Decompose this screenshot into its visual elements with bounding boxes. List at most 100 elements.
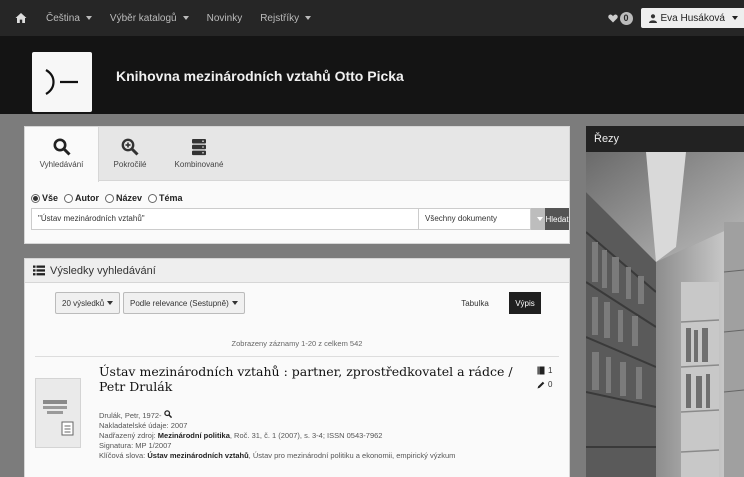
chevron-down-icon [536,217,543,221]
chevron-down-icon [85,16,92,20]
list-icon [33,265,45,276]
book-icon [537,366,545,375]
logo-icon [45,69,78,95]
record-publisher-value: 2007 [170,421,188,430]
heart-icon [607,13,618,22]
chevron-down-icon [107,301,114,305]
tab-advanced-search-label: Pokročilé [113,160,147,169]
record-source-rest: , Roč. 31, č. 1 (2007), s. 3-4; ISSN 054… [229,431,383,440]
record-holdings-count: 1 [548,366,553,375]
search-panel: Vyhledávání Pokročilé Kombinované Vše Au… [24,126,570,244]
nav-news[interactable]: Novinky [207,13,243,24]
user-menu-button[interactable]: Eva Husáková [640,8,744,28]
rezy-panel: Řezy [586,126,744,477]
record-source-label: Nadřazený zdroj: [99,431,156,440]
search-icon [53,137,71,157]
nav-indexes[interactable]: Rejstříky [260,12,312,24]
nav-indexes-label: Rejstříky [260,12,300,24]
library-logo[interactable] [32,52,92,112]
record-comments-count: 0 [548,380,553,389]
results-per-page-label: 20 výsledků [62,298,105,308]
library-shelves-photo [586,152,744,477]
user-icon [648,13,657,23]
nav-news-label: Novinky [206,12,243,24]
radio-all-dot [31,193,40,203]
record-side-meta: 1 0 [537,366,552,389]
site-header: Knihovna mezinárodních vztahů Otto Picka [0,36,744,114]
record-author[interactable]: Drulák, Petr, 1972- [99,411,162,420]
record-holdings[interactable]: 1 [537,366,552,375]
tab-basic-search[interactable]: Vyhledávání [25,127,99,182]
radio-topic-label: Téma [159,193,183,203]
record-keywords-label: Klíčová slova: [99,451,146,460]
record-title[interactable]: Ústav mezinárodních vztahů : partner, zp… [99,364,519,394]
favorites-count-badge: 0 [619,11,633,25]
chevron-down-icon [182,16,189,20]
radio-all[interactable]: Vše [31,193,58,203]
view-table-button[interactable]: Tabulka [455,292,495,314]
search-type-radios: Vše Autor Název Téma [31,193,183,203]
chevron-down-icon [231,301,238,305]
favorites-button[interactable]: 0 [607,11,633,25]
record-comments[interactable]: 0 [537,380,552,389]
record-source-line: Nadřazený zdroj: Mezinárodní politika, R… [99,431,455,441]
site-title[interactable]: Knihovna mezinárodních vztahů Otto Picka [116,68,404,84]
result-record: Ústav mezinárodních vztahů : partner, zp… [25,358,569,477]
sort-label: Podle relevance (Sestupně) [130,298,229,308]
results-header: Výsledky vyhledávání [25,259,569,283]
topnav-right: 0 Eva Husáková [607,0,744,36]
top-navbar: Čeština Výběr katalogů Novinky Rejstříky… [0,0,744,36]
radio-title-label: Název [116,193,143,203]
search-icon[interactable] [163,410,172,419]
record-signature-line: Signatura: MP 1/2007 [99,441,455,451]
pencil-icon [537,381,545,388]
record-keywords-rest: , Ústav pro mezinárodní politiku a ekono… [248,451,456,460]
radio-author-label: Autor [75,193,100,203]
search-tabs: Vyhledávání Pokročilé Kombinované [25,127,569,182]
results-per-page-dropdown[interactable]: 20 výsledků [55,292,121,314]
radio-author-dot [64,193,74,203]
radio-title-dot [105,193,115,203]
server-icon [191,137,207,157]
results-count: Zobrazeny záznamy 1-20 z celkem 542 [231,339,363,348]
document-type-toggle[interactable] [531,208,545,230]
nav-language[interactable]: Čeština [46,13,92,24]
tab-advanced-search[interactable]: Pokročilé [103,127,157,181]
view-list-button[interactable]: Výpis [509,292,541,314]
rezy-heading: Řezy [586,126,744,152]
tab-combined-search-label: Kombinované [174,160,224,169]
tab-combined-search[interactable]: Kombinované [163,127,235,181]
radio-topic-dot [148,193,158,203]
chevron-down-icon [305,16,312,20]
record-source-link[interactable]: Mezinárodní politika [158,431,230,440]
results-panel: Výsledky vyhledávání 20 výsledků Podle r… [24,258,570,477]
record-keyword-main[interactable]: Ústav mezinárodních vztahů [147,451,248,460]
results-heading: Výsledky vyhledávání [50,264,156,277]
sort-dropdown[interactable]: Podle relevance (Sestupně) [123,292,245,314]
results-divider [35,356,559,357]
radio-all-label: Vše [42,193,59,203]
record-publisher-line: Nakladatelské údaje: 2007 [99,421,455,431]
radio-topic[interactable]: Téma [148,193,183,203]
nav-language-label: Čeština [46,12,80,24]
nav-catalog-label: Výběr katalogů [109,12,177,24]
record-keywords-line: Klíčová slova: Ústav mezinárodních vztah… [99,451,455,461]
zoom-in-icon [121,137,139,157]
document-type-select[interactable]: Všechny dokumenty [419,208,531,230]
search-button[interactable]: Hledat [545,208,569,230]
record-publisher-label: Nakladatelské údaje: [99,421,169,430]
record-signature-label: Signatura: [99,441,134,450]
record-details: Drulák, Petr, 1972- Nakladatelské údaje:… [99,410,455,461]
tab-basic-search-label: Vyhledávání [39,160,84,169]
search-input[interactable]: "Ústav mezinárodních vztahů" [31,208,419,230]
radio-author[interactable]: Autor [64,193,99,203]
chevron-down-icon [732,16,738,20]
record-thumbnail[interactable] [35,378,81,448]
article-icon [43,400,74,436]
record-author-line: Drulák, Petr, 1972- [99,410,455,421]
nav-catalog-select[interactable]: Výběr katalogů [110,13,189,24]
record-signature-value: MP 1/2007 [135,441,172,450]
home-icon[interactable] [14,11,28,25]
radio-title[interactable]: Název [105,193,142,203]
user-name: Eva Husáková [660,12,725,24]
